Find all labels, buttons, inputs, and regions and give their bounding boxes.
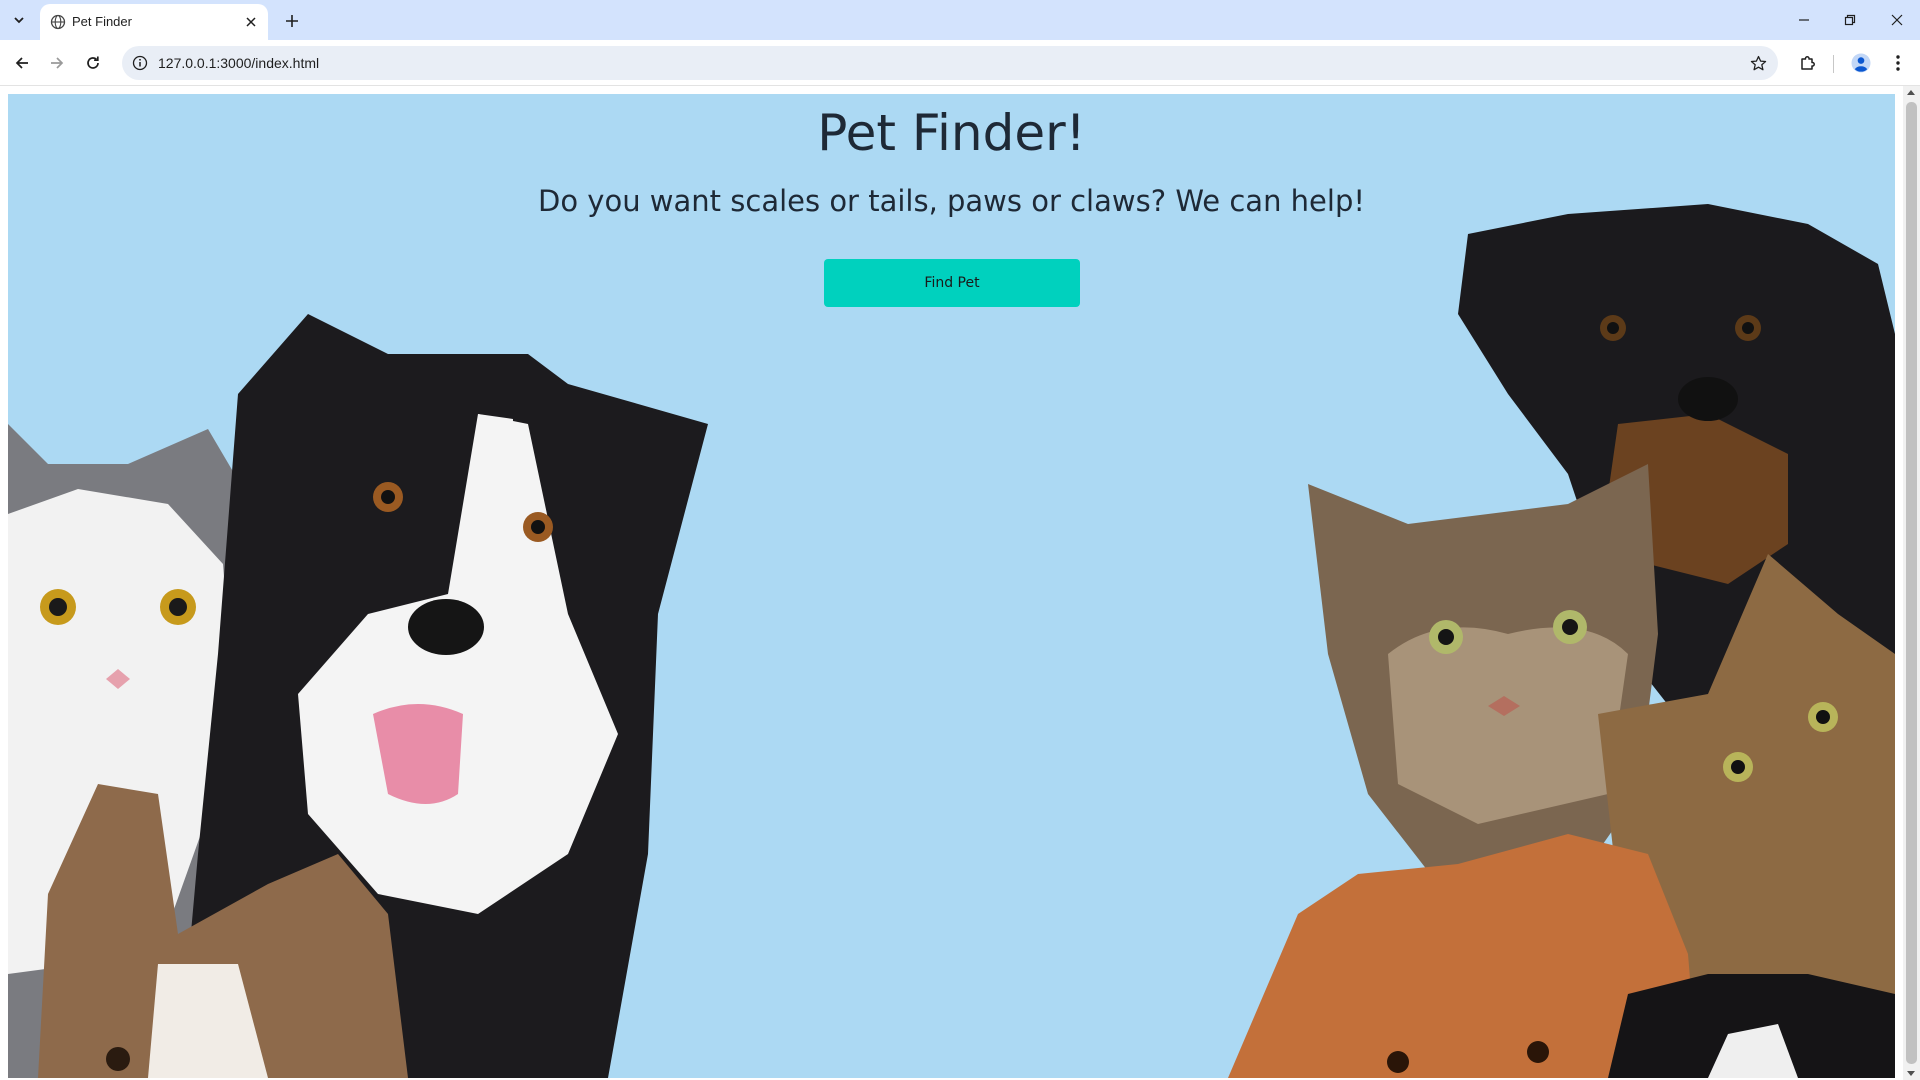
globe-icon	[50, 14, 66, 30]
tab-close-button[interactable]	[242, 13, 260, 31]
arrow-left-icon	[15, 57, 28, 69]
info-icon	[132, 55, 148, 71]
scroll-down-arrow-icon[interactable]	[1907, 1071, 1915, 1076]
tab-search-button[interactable]	[6, 8, 32, 32]
restore-button[interactable]	[1827, 0, 1873, 40]
address-bar[interactable]: 127.0.0.1:3000/index.html	[122, 46, 1778, 80]
browser-menu-button[interactable]	[1884, 49, 1912, 77]
browser-tab-active[interactable]: Pet Finder	[40, 4, 268, 40]
pets-background-image	[8, 204, 1895, 1078]
bookmark-button[interactable]	[1748, 53, 1768, 73]
new-tab-button[interactable]	[280, 9, 304, 33]
tab-title: Pet Finder	[72, 14, 132, 29]
profile-button[interactable]	[1847, 49, 1875, 77]
page-title: Pet Finder!	[817, 104, 1086, 162]
page-subtitle: Do you want scales or tails, paws or cla…	[538, 184, 1365, 218]
puzzle-icon	[1801, 56, 1815, 70]
site-info-button[interactable]	[130, 53, 150, 73]
chevron-down-icon	[14, 17, 24, 24]
forward-button[interactable]	[43, 49, 71, 77]
close-icon	[1891, 14, 1903, 26]
minimize-icon	[1799, 19, 1809, 21]
vertical-scrollbar[interactable]	[1903, 86, 1920, 1080]
url-text[interactable]: 127.0.0.1:3000/index.html	[158, 55, 319, 71]
tabby-cat-illustration	[1308, 464, 1658, 894]
close-icon	[246, 17, 256, 27]
reload-button[interactable]	[79, 49, 107, 77]
minimize-button[interactable]	[1781, 0, 1827, 40]
kebab-menu-icon	[1896, 55, 1900, 71]
black-white-cat-illustration	[1608, 974, 1895, 1078]
browser-toolbar: 127.0.0.1:3000/index.html	[0, 40, 1920, 86]
reload-icon	[87, 56, 99, 69]
arrow-right-icon	[51, 57, 64, 69]
page-viewport: Pet Finder! Do you want scales or tails,…	[0, 86, 1920, 1080]
extensions-button[interactable]	[1794, 49, 1822, 77]
profile-icon	[1851, 53, 1871, 73]
scrollbar-thumb[interactable]	[1906, 102, 1917, 1064]
back-button[interactable]	[8, 49, 36, 77]
tab-strip: Pet Finder	[0, 0, 1920, 40]
scroll-up-arrow-icon[interactable]	[1907, 90, 1915, 95]
close-window-button[interactable]	[1874, 0, 1920, 40]
star-icon	[1750, 55, 1766, 70]
hero-section: Pet Finder! Do you want scales or tails,…	[8, 94, 1895, 1078]
toolbar-divider	[1833, 55, 1834, 73]
find-pet-button[interactable]: Find Pet	[824, 259, 1080, 307]
restore-icon	[1844, 14, 1856, 26]
plus-icon	[286, 15, 298, 27]
